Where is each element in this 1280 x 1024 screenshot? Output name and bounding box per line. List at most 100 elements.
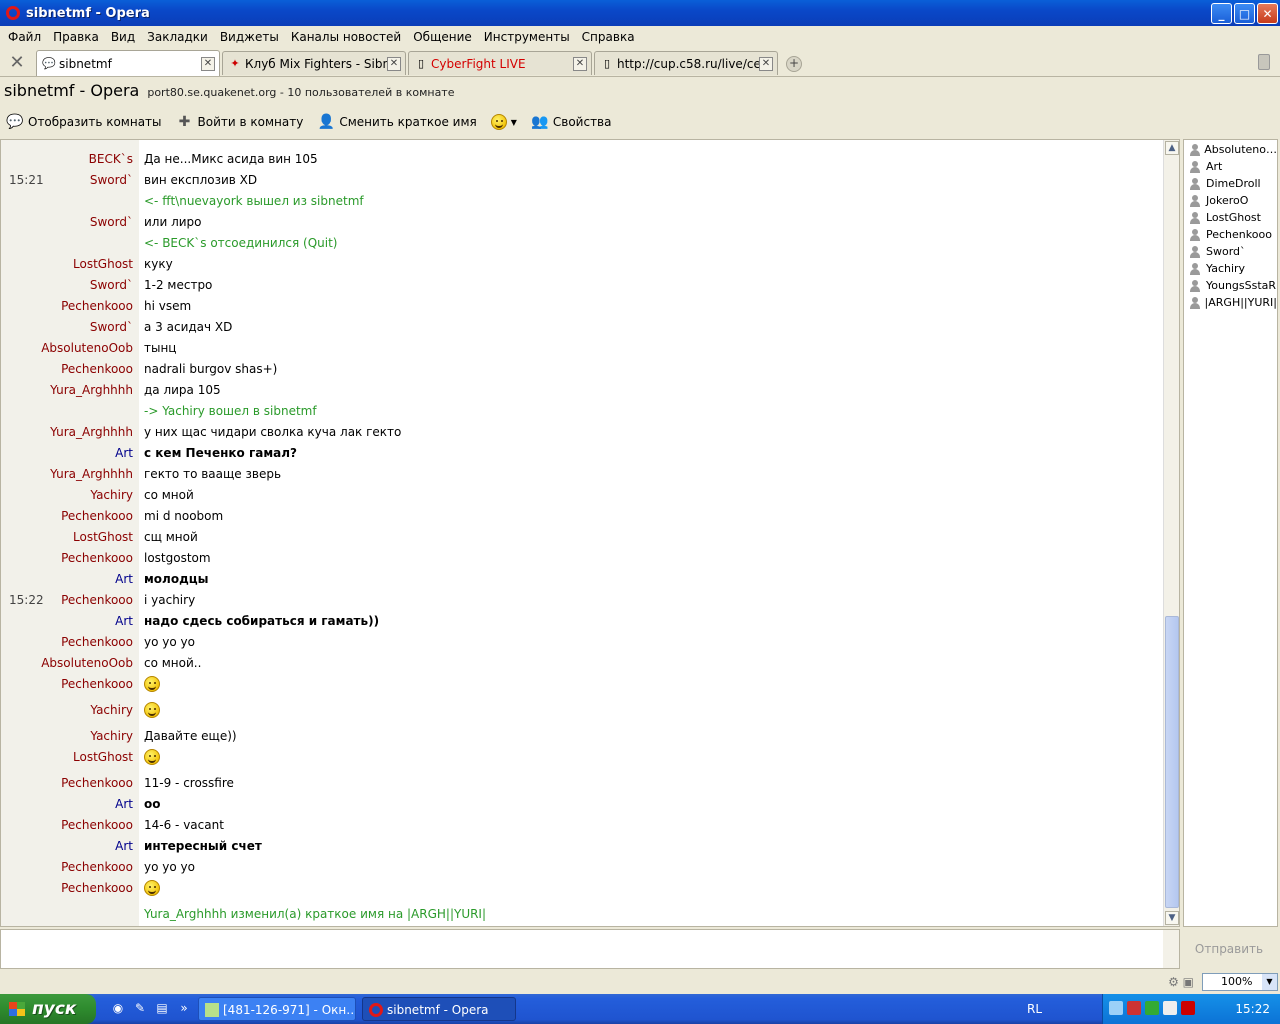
menu-edit[interactable]: Правка (47, 30, 105, 44)
user-list-item[interactable]: Art (1184, 158, 1277, 175)
message-nick[interactable]: Pechenkooo (61, 860, 133, 874)
chat-message: Art оо (1, 793, 1165, 814)
tab-close-icon[interactable]: ✕ (387, 56, 401, 71)
tray-icon[interactable] (1145, 1001, 1159, 1015)
user-icon (1189, 143, 1201, 156)
show-rooms-button[interactable]: 💬 Отобразить комнаты (6, 114, 161, 130)
change-nick-button[interactable]: 👤 Сменить краткое имя (317, 114, 477, 130)
message-nick[interactable]: Yura_Arghhhh (50, 383, 133, 397)
send-button[interactable]: Отправить (1186, 935, 1272, 963)
message-nick[interactable]: Sword` (90, 320, 133, 334)
tray-icon[interactable] (1109, 1001, 1123, 1015)
message-nick[interactable]: Art (115, 614, 133, 628)
menu-chat[interactable]: Общение (407, 30, 478, 44)
user-list-item[interactable]: |ARGH||YURI| (1184, 294, 1277, 311)
tab-sibnetmf[interactable]: 💬 sibnetmf ✕ (36, 50, 220, 76)
menu-bookmarks[interactable]: Закладки (141, 30, 214, 44)
message-nick[interactable]: Art (115, 446, 133, 460)
tab-mix-fighters[interactable]: ✦ Клуб Mix Fighters - Sibnet… ✕ (222, 51, 406, 75)
message-nick[interactable]: Yura_Arghhhh (50, 425, 133, 439)
message-nick[interactable]: Pechenkooo (61, 677, 133, 691)
closed-tabs-icon[interactable]: ✕ (6, 53, 28, 73)
menu-view[interactable]: Вид (105, 30, 141, 44)
start-button[interactable]: пуск (0, 994, 96, 1024)
message-nick[interactable]: Pechenkooo (61, 299, 133, 313)
tray-icon[interactable] (1181, 1001, 1195, 1015)
menu-widgets[interactable]: Виджеты (214, 30, 285, 44)
user-list-item[interactable]: Sword` (1184, 243, 1277, 260)
chat-log[interactable]: BECK`s Да не...Микс асида вин 105 15:21 Swo… (0, 139, 1180, 927)
message-nick[interactable]: Yachiry (90, 703, 133, 717)
close-button[interactable]: ✕ (1257, 3, 1278, 24)
scroll-down-icon[interactable]: ▼ (1165, 911, 1179, 925)
user-list-item[interactable]: Absoluteno… (1184, 141, 1277, 158)
message-nick[interactable]: Pechenkooo (61, 818, 133, 832)
message-nick[interactable]: Pechenkooo (61, 635, 133, 649)
maximize-button[interactable]: □ (1234, 3, 1255, 24)
input-scrollbar[interactable] (1163, 930, 1179, 968)
scroll-thumb[interactable] (1165, 616, 1179, 908)
language-indicator[interactable]: RL (1027, 1002, 1042, 1016)
menu-tools[interactable]: Инструменты (478, 30, 576, 44)
message-nick[interactable]: Sword` (90, 173, 133, 187)
user-list-item[interactable]: Yachiry (1184, 260, 1277, 277)
message-input[interactable] (0, 929, 1180, 969)
tab-cyberfight[interactable]: ▯ CyberFight LIVE ✕ (408, 51, 592, 75)
menu-file[interactable]: Файл (2, 30, 47, 44)
new-tab-button[interactable]: + (786, 56, 802, 72)
menu-feeds[interactable]: Каналы новостей (285, 30, 407, 44)
opera-quicklaunch-icon[interactable]: ◉ (110, 1001, 126, 1017)
message-nick[interactable]: Art (115, 572, 133, 586)
message-nick[interactable]: Pechenkooo (61, 362, 133, 376)
message-nick[interactable]: LostGhost (73, 530, 133, 544)
message-nick[interactable]: Pechenkooo (61, 509, 133, 523)
tab-cup-c58[interactable]: ▯ http://cup.c58.ru/live/cen… ✕ (594, 51, 778, 75)
chat-scrollbar[interactable]: ▲ ▼ (1163, 140, 1179, 926)
chevron-down-icon[interactable]: ▼ (1262, 974, 1277, 990)
message-nick[interactable]: Sword` (90, 215, 133, 229)
trash-icon[interactable] (1258, 54, 1270, 70)
message-nick[interactable]: LostGhost (73, 257, 133, 271)
tab-close-icon[interactable]: ✕ (759, 56, 773, 71)
tab-close-icon[interactable]: ✕ (573, 56, 587, 71)
chat-message: Pechenkooo hi vsem (1, 295, 1165, 316)
message-nick[interactable]: Pechenkooo (61, 593, 133, 607)
user-list-item[interactable]: YoungsSstaR (1184, 277, 1277, 294)
message-nick[interactable]: Yachiry (90, 488, 133, 502)
user-list-item[interactable]: JokeroO (1184, 192, 1277, 209)
user-list-item[interactable]: DimeDroll (1184, 175, 1277, 192)
message-time: 15:21 (9, 173, 44, 187)
quicklaunch-icon[interactable]: ▤ (154, 1001, 170, 1017)
message-nick[interactable]: Sword` (90, 278, 133, 292)
quicklaunch-icon[interactable]: ✎ (132, 1001, 148, 1017)
message-nick[interactable]: Pechenkooo (61, 881, 133, 895)
user-list-item[interactable]: Pechenkooo (1184, 226, 1277, 243)
tray-icon[interactable] (1127, 1001, 1141, 1015)
message-nick[interactable]: AbsolutenoOob (41, 341, 133, 355)
message-nick[interactable]: Yura_Arghhhh (50, 467, 133, 481)
task-opera[interactable]: sibnetmf - Opera (362, 997, 516, 1021)
zoom-select[interactable]: 100% ▼ (1202, 973, 1278, 991)
message-nick[interactable]: AbsolutenoOob (41, 656, 133, 670)
menu-help[interactable]: Справка (576, 30, 641, 44)
chat-message: -> Yachiry вошел в sibnetmf (1, 400, 1165, 421)
smiley-icon (144, 880, 160, 896)
tray-icon[interactable] (1163, 1001, 1177, 1015)
task-window-1[interactable]: [481-126-971] - Окн… (198, 997, 356, 1021)
message-nick[interactable]: BECK`s (89, 152, 133, 166)
message-nick[interactable]: Art (115, 839, 133, 853)
message-nick[interactable]: Art (115, 797, 133, 811)
properties-button[interactable]: 👥 Свойства (531, 114, 611, 130)
tab-close-icon[interactable]: ✕ (201, 56, 215, 71)
user-list-item[interactable]: LostGhost (1184, 209, 1277, 226)
opera-logo-icon (6, 6, 20, 20)
message-nick[interactable]: Pechenkooo (61, 551, 133, 565)
message-nick[interactable]: Pechenkooo (61, 776, 133, 790)
message-nick[interactable]: LostGhost (73, 750, 133, 764)
quicklaunch-more-icon[interactable]: » (176, 1001, 192, 1017)
minimize-button[interactable]: _ (1211, 3, 1232, 24)
scroll-up-icon[interactable]: ▲ (1165, 141, 1179, 155)
join-room-button[interactable]: ✚ Войти в комнату (176, 114, 304, 130)
message-nick[interactable]: Yachiry (90, 729, 133, 743)
emoticon-button[interactable]: ▼ (490, 114, 517, 130)
